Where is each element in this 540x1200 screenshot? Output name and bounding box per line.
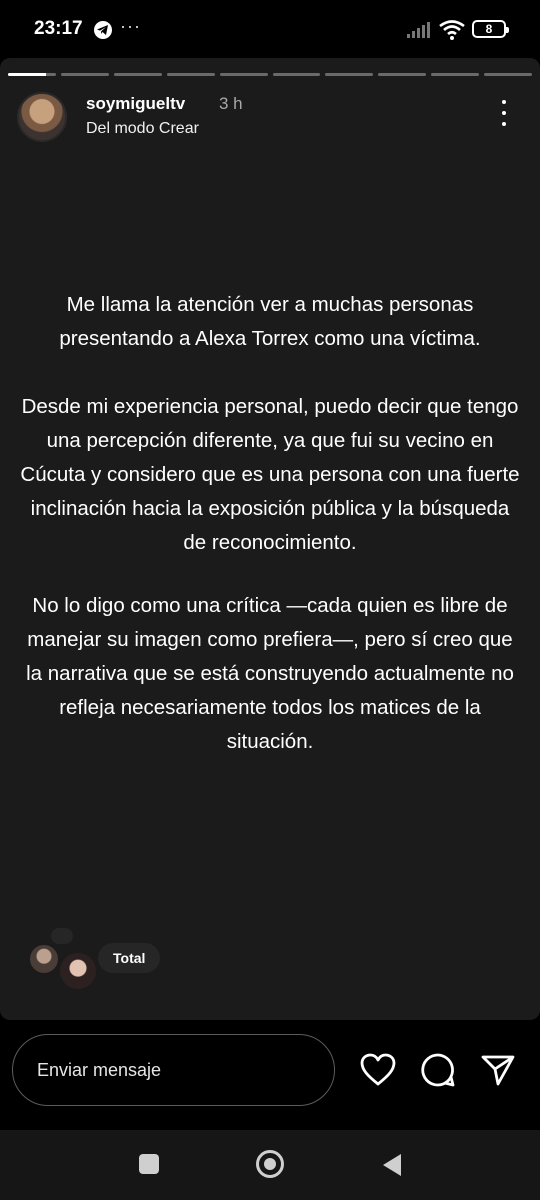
back-button[interactable] (381, 1153, 403, 1177)
progress-segment (484, 73, 533, 76)
story-progress (8, 73, 533, 76)
author-avatar[interactable] (17, 92, 67, 142)
progress-segment (113, 73, 162, 76)
home-button[interactable] (256, 1150, 284, 1178)
reply-bar (0, 1020, 540, 1130)
battery-icon: 8 (472, 20, 509, 38)
progress-segment (219, 73, 268, 76)
message-input[interactable] (12, 1034, 335, 1106)
more-options-icon[interactable] (492, 98, 516, 128)
progress-segment (166, 73, 215, 76)
status-bar: 23:17 ··· 8 (0, 0, 540, 58)
status-time: 23:17 (34, 18, 83, 39)
post-time: 3 h (219, 94, 243, 113)
story-card[interactable]: soymigueltv 3 h Del modo Crear Me llama … (0, 58, 540, 1020)
comment-icon[interactable] (420, 1052, 456, 1088)
wifi-icon (439, 20, 465, 40)
create-mode-label[interactable]: Del modo Crear (86, 120, 199, 138)
more-dots-icon: ··· (120, 16, 141, 36)
viewer-avatar (51, 928, 73, 944)
total-viewers-label[interactable]: Total (98, 943, 161, 973)
story-paragraph-3: No lo digo como una crítica —cada quien … (26, 594, 514, 753)
progress-segment (325, 73, 374, 76)
telegram-icon (94, 21, 112, 39)
viewer-avatar (58, 951, 98, 991)
author-username[interactable]: soymigueltv (86, 94, 185, 114)
progress-segment (8, 73, 56, 76)
story-paragraph-2: Desde mi experiencia personal, puedo dec… (20, 395, 520, 554)
signal-icon (407, 22, 430, 38)
heart-icon[interactable] (360, 1053, 396, 1087)
story-paragraph-1: Me llama la atención ver a muchas person… (59, 293, 481, 350)
viewer-avatar (28, 943, 60, 975)
send-icon[interactable] (481, 1054, 515, 1086)
progress-segment (431, 73, 480, 76)
battery-level: 8 (485, 22, 493, 36)
progress-segment (272, 73, 321, 76)
progress-segment (378, 73, 427, 76)
system-nav-bar (0, 1130, 540, 1200)
recents-button[interactable] (139, 1154, 159, 1174)
progress-segment (60, 73, 109, 76)
viewers-summary[interactable]: Total (28, 928, 168, 998)
